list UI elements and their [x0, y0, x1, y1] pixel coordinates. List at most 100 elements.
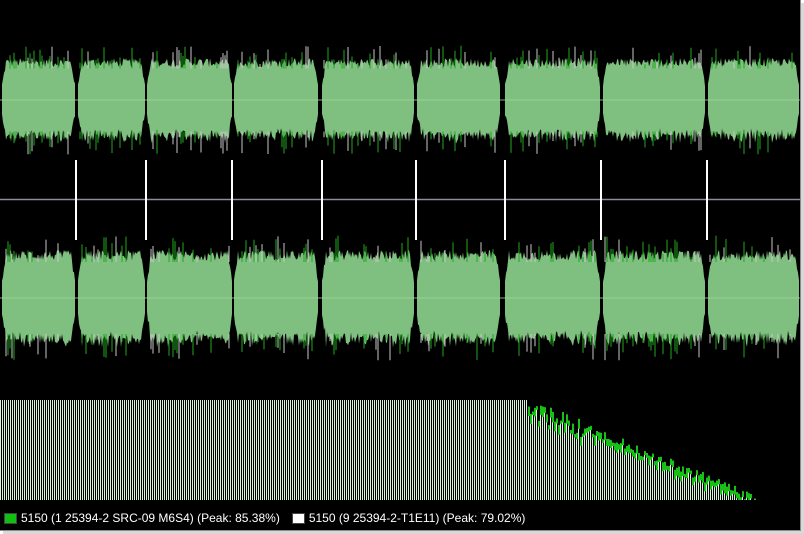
spectrum-bar — [30, 400, 31, 500]
spectrum-bar — [454, 400, 455, 500]
spectrum-bar — [22, 400, 23, 500]
spectrum-bar-edge — [658, 457, 660, 462]
spectrum-bar-edge — [644, 451, 646, 456]
spectrum-bar — [222, 400, 223, 500]
spectrum-bar — [292, 400, 293, 500]
spectrum-bar — [134, 400, 135, 500]
spectrum-bar — [190, 400, 191, 500]
spectrum-bar-edge — [708, 475, 710, 482]
spectrum-bar-edge — [710, 480, 712, 490]
spectrum-bar-edge — [696, 470, 698, 475]
spectrum-bar — [266, 400, 267, 500]
spectrum-bar — [592, 433, 593, 500]
spectrum-bar — [394, 400, 395, 500]
spectrum-bar — [248, 400, 249, 500]
spectrum-bar — [338, 400, 339, 500]
spectrum-bar-edge — [680, 471, 682, 482]
spectrum-bar — [564, 422, 565, 500]
spectrum-bar-edge — [632, 449, 634, 457]
spectrum-bar — [520, 400, 521, 500]
spectrum-bar-edge — [706, 477, 708, 485]
spectrum-bar — [194, 400, 195, 500]
spectrum-bar — [380, 400, 381, 500]
spectrum-bars — [0, 400, 756, 500]
spectrum-bar — [632, 449, 633, 500]
spectrum-bar — [142, 400, 143, 500]
spectrum-bar-edge — [662, 462, 664, 472]
spectrum-bar-edge — [738, 493, 740, 500]
spectrum-bar — [98, 400, 99, 500]
spectrum-bar — [542, 406, 543, 500]
spectrum-bar — [316, 400, 317, 500]
spectrum-bar — [62, 400, 63, 500]
spectrum-bar — [456, 400, 457, 500]
spectrum-bar — [36, 400, 37, 500]
spectrum-bar — [420, 400, 421, 500]
spectrum-bar — [428, 400, 429, 500]
spectrum-bar-edge — [702, 472, 704, 483]
spectrum-bar — [160, 400, 161, 500]
spectrum-bar — [512, 400, 513, 500]
spectrum-bar — [20, 400, 21, 500]
spectrum-bar — [608, 439, 609, 500]
spectrum-bar — [264, 400, 265, 500]
spectrum-bar — [152, 400, 153, 500]
spectrum-bar — [508, 400, 509, 500]
spectrum-bar — [546, 414, 547, 500]
spectrum-bar — [232, 400, 233, 500]
spectrum-bar-edge — [592, 433, 594, 438]
spectrum-bar-edge — [676, 467, 678, 476]
spectrum-bar — [654, 461, 655, 500]
spectrum-bar-edge — [600, 432, 602, 440]
spectrum-bar — [352, 400, 353, 500]
spectrum-bar-edge — [556, 418, 558, 424]
spectrum-bar — [446, 400, 447, 500]
spectrum-bar-edge — [528, 406, 530, 416]
spectrum-bar — [302, 400, 303, 500]
waveform-view[interactable] — [0, 0, 800, 400]
spectrum-bar-edge — [604, 432, 606, 441]
spectrum-bar-edge — [576, 432, 578, 440]
spectrum-bar — [270, 400, 271, 500]
spectrum-bar — [560, 420, 561, 500]
spectrum-bar-edge — [714, 482, 716, 488]
spectrum-bar — [88, 400, 89, 500]
spectrum-bar — [444, 400, 445, 500]
spectrum-bar — [498, 400, 499, 500]
spectrum-bar-edge — [748, 493, 750, 500]
spectrum-bar-edge — [568, 420, 570, 426]
spectrum-bar-edge — [546, 414, 548, 423]
spectrum-bar — [340, 400, 341, 500]
spectrum-bar-edge — [712, 480, 714, 486]
spectrum-bar — [548, 425, 549, 500]
spectrum-bar — [44, 400, 45, 500]
spectrum-bar — [416, 400, 417, 500]
spectrum-bar — [162, 400, 163, 500]
spectrum-bar — [404, 400, 405, 500]
spectrum-bar — [376, 400, 377, 500]
spectrum-bar-edge — [730, 490, 732, 496]
spectrum-bar — [300, 400, 301, 500]
spectrum-bar — [290, 400, 291, 500]
spectrum-bar — [362, 400, 363, 500]
spectrum-bar-edge — [550, 407, 552, 418]
spectrum-bar — [348, 400, 349, 500]
spectrum-bar — [80, 400, 81, 500]
spectrum-bar-edge — [678, 466, 680, 478]
spectrum-bar — [418, 400, 419, 500]
spectrum-bar-edge — [616, 442, 618, 453]
spectrum-bar — [388, 400, 389, 500]
spectrum-bar — [596, 431, 597, 500]
spectrum-bar — [108, 400, 109, 500]
spectrum-bar — [478, 400, 479, 500]
spectrum-bar — [426, 400, 427, 500]
spectrum-bar — [200, 400, 201, 500]
spectrum-bar — [350, 400, 351, 500]
spectrum-bar-edge — [664, 461, 666, 471]
spectrum-bar — [334, 400, 335, 500]
spectrum-view — [0, 400, 800, 500]
spectrum-bar — [536, 406, 537, 500]
spectrum-bar-edge — [638, 453, 640, 461]
spectrum-bar-edge — [670, 458, 672, 465]
spectrum-bar — [82, 400, 83, 500]
